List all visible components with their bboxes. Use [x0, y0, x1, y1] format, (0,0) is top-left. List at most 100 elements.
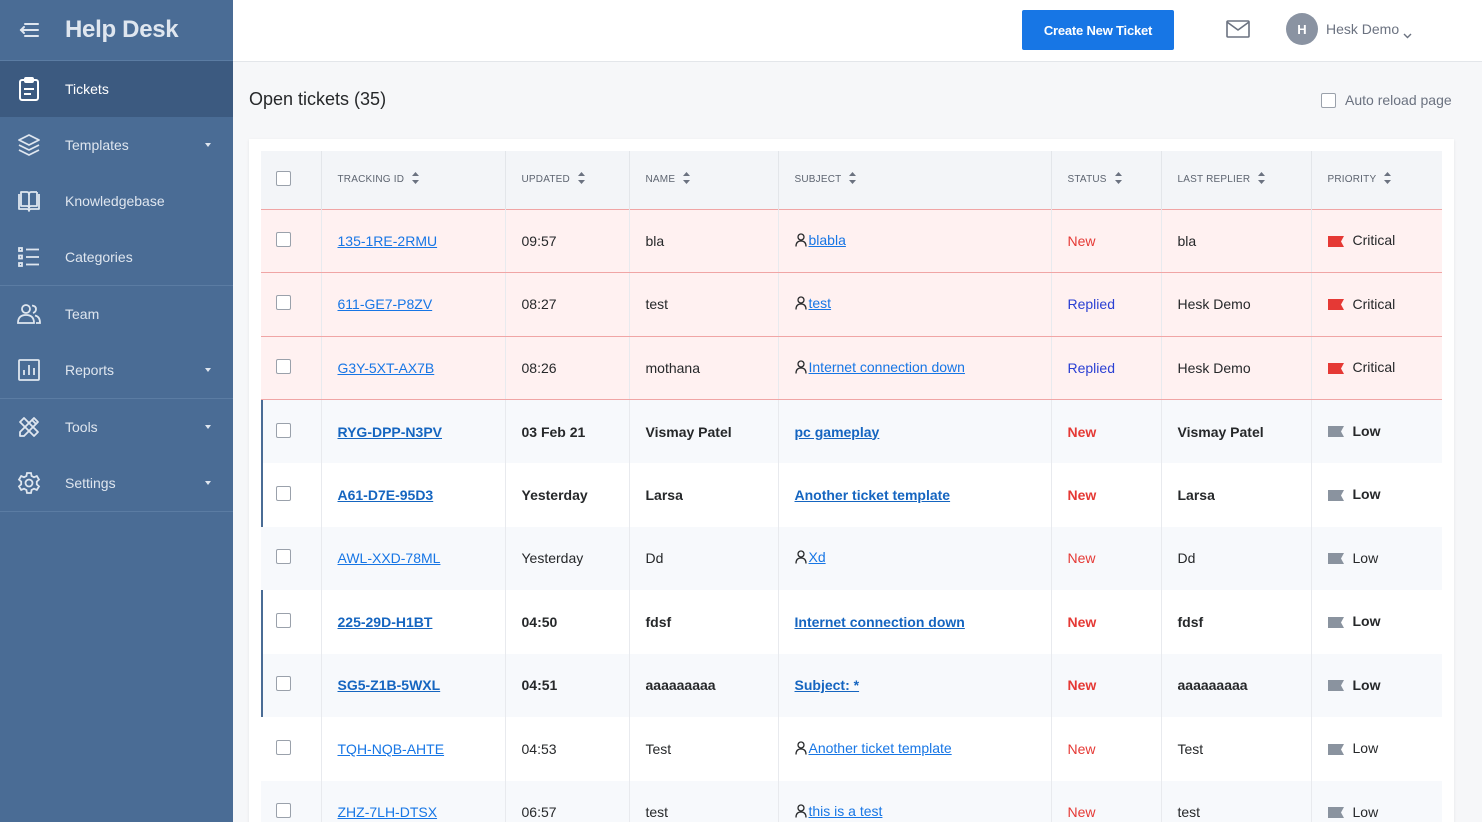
chevron-down-icon — [205, 143, 211, 147]
tracking-id-cell: A61-D7E-95D3 — [321, 463, 506, 527]
row-checkbox[interactable] — [276, 803, 291, 819]
select-all-checkbox[interactable] — [276, 170, 291, 186]
tracking-id-link[interactable]: AWL-XXD-78ML — [338, 550, 441, 566]
tracking-id-link[interactable]: 611-GE7-P8ZV — [338, 296, 433, 312]
sidebar-item-settings[interactable]: Settings — [0, 455, 233, 511]
subject-cell: Internet connection down — [778, 336, 1052, 400]
table-row[interactable]: 135-1RE-2RMU 09:57 bla blabla New bla Critical — [261, 208, 1442, 273]
sidebar-item-reports[interactable]: Reports — [0, 342, 233, 398]
tracking-id-link[interactable]: ZHZ-7LH-DTSX — [338, 804, 438, 820]
updated-cell: 09:57 — [505, 208, 630, 273]
column-label: TRACKING ID — [337, 174, 405, 186]
tools-icon — [17, 415, 41, 439]
row-checkbox[interactable] — [276, 485, 291, 501]
table-row[interactable]: 225-29D-H1BT 04:50 fdsf Internet connection… — [261, 590, 1442, 654]
subject-link[interactable]: Subject: * — [795, 677, 860, 693]
sidebar-item-categories[interactable]: Categories — [0, 229, 233, 285]
create-ticket-button[interactable]: Create New Ticket — [1022, 10, 1174, 50]
subject-cell: Xd — [778, 526, 1052, 590]
status-cell: New — [1051, 399, 1162, 463]
row-checkbox[interactable] — [276, 422, 291, 438]
updated-cell: 04:50 — [505, 590, 630, 654]
row-checkbox[interactable] — [276, 676, 291, 692]
auto-reload-checkbox[interactable] — [1321, 92, 1336, 108]
auto-reload-toggle[interactable]: Auto reload page — [1321, 92, 1452, 108]
status-cell: New — [1051, 653, 1162, 717]
tracking-id-link[interactable]: RYG-DPP-N3PV — [338, 424, 443, 440]
sort-icon[interactable] — [1258, 172, 1266, 187]
table-row[interactable]: SG5-Z1B-5WXL 04:51 aaaaaaaaa Subject: * New a… — [261, 653, 1442, 717]
tracking-id-link[interactable]: 135-1RE-2RMU — [338, 233, 438, 249]
sort-icon[interactable] — [1384, 172, 1392, 187]
column-header-subject[interactable]: SUBJECT — [778, 151, 1052, 209]
sidebar-item-tickets[interactable]: Tickets — [0, 61, 233, 117]
collapse-menu-icon[interactable] — [18, 21, 40, 39]
priority-label: Low — [1352, 613, 1381, 629]
subject-link[interactable]: Another ticket template — [795, 487, 951, 503]
table-row[interactable]: AWL-XXD-78ML Yesterday Dd Xd New Dd Low — [261, 526, 1442, 590]
user-menu[interactable]: H Hesk Demo — [1286, 13, 1412, 45]
priority-cell: Low — [1311, 653, 1442, 717]
row-checkbox[interactable] — [276, 295, 291, 311]
subject-link[interactable]: Xd — [809, 549, 826, 565]
table-row[interactable]: A61-D7E-95D3 Yesterday Larsa Another ticket… — [261, 463, 1442, 527]
tickets-table: TRACKING ID UPDATED NAME SUBJECT STATUS … — [261, 151, 1442, 822]
column-header-updated[interactable]: UPDATED — [505, 151, 630, 209]
table-row[interactable]: ZHZ-7LH-DTSX 06:57 test this is a test New te… — [261, 780, 1442, 822]
tracking-id-link[interactable]: 225-29D-H1BT — [338, 614, 433, 630]
sort-icon[interactable] — [577, 172, 585, 187]
mail-icon[interactable] — [1226, 20, 1250, 40]
subject-cell: pc gameplay — [778, 399, 1052, 463]
subject-link[interactable]: test — [809, 295, 832, 311]
row-checkbox[interactable] — [276, 612, 291, 628]
last-replier-cell: bla — [1161, 208, 1312, 273]
layers-icon — [17, 133, 41, 157]
tracking-id-link[interactable]: SG5-Z1B-5WXL — [338, 677, 441, 693]
row-checkbox[interactable] — [276, 358, 291, 374]
sidebar-item-templates[interactable]: Templates — [0, 117, 233, 173]
sidebar-item-label: Templates — [65, 137, 129, 153]
column-header-last-replier[interactable]: LAST REPLIER — [1161, 151, 1312, 209]
tracking-id-link[interactable]: TQH-NQB-AHTE — [338, 741, 445, 757]
sidebar-item-knowledgebase[interactable]: Knowledgebase — [0, 173, 233, 229]
column-header-tracking-id[interactable]: TRACKING ID — [321, 151, 506, 209]
table-header-row: TRACKING ID UPDATED NAME SUBJECT STATUS … — [261, 151, 1442, 209]
last-replier-cell: Vismay Patel — [1161, 399, 1312, 463]
priority-label: Low — [1352, 740, 1379, 756]
subject-link[interactable]: blabla — [809, 232, 846, 248]
row-checkbox[interactable] — [276, 739, 291, 755]
status-label: New — [1067, 232, 1096, 249]
sidebar-item-label: Tools — [65, 419, 98, 435]
subject-link[interactable]: Internet connection down — [795, 614, 965, 630]
sort-icon[interactable] — [1114, 172, 1122, 187]
subject-link[interactable]: Internet connection down — [809, 359, 965, 375]
tracking-id-link[interactable]: G3Y-5XT-AX7B — [338, 360, 435, 376]
column-header-status[interactable]: STATUS — [1051, 151, 1162, 209]
column-label: UPDATED — [521, 174, 570, 186]
table-row[interactable]: 611-GE7-P8ZV 08:27 test test Replied Hesk Dem… — [261, 272, 1442, 337]
sidebar-item-tools[interactable]: Tools — [0, 399, 233, 455]
last-replier-cell: aaaaaaaaa — [1161, 653, 1312, 717]
tracking-id-link[interactable]: A61-D7E-95D3 — [338, 487, 434, 503]
updated-cell: 04:53 — [505, 717, 630, 781]
subject-link[interactable]: Another ticket template — [809, 740, 952, 756]
column-header-name[interactable]: NAME — [629, 151, 779, 209]
priority-cell: Critical — [1311, 272, 1442, 337]
subject-cell: blabla — [778, 208, 1052, 273]
priority-label: Low — [1352, 486, 1381, 502]
customer-icon — [794, 296, 809, 310]
table-row[interactable]: G3Y-5XT-AX7B 08:26 mothana Internet connect… — [261, 336, 1442, 400]
subject-link[interactable]: this is a test — [809, 803, 883, 819]
sort-icon[interactable] — [683, 172, 691, 187]
table-row[interactable]: TQH-NQB-AHTE 04:53 Test Another ticket temp… — [261, 717, 1442, 781]
table-row[interactable]: RYG-DPP-N3PV 03 Feb 21 Vismay Patel pc game… — [261, 399, 1442, 463]
sort-icon[interactable] — [849, 172, 857, 187]
tracking-id-cell: G3Y-5XT-AX7B — [321, 336, 506, 400]
sidebar-item-team[interactable]: Team — [0, 286, 233, 342]
subject-link[interactable]: pc gameplay — [795, 424, 880, 440]
row-checkbox[interactable] — [276, 231, 291, 247]
column-header-priority[interactable]: PRIORITY — [1311, 151, 1442, 209]
priority-label: Low — [1352, 676, 1381, 693]
row-checkbox[interactable] — [276, 549, 291, 565]
sort-icon[interactable] — [412, 172, 420, 187]
